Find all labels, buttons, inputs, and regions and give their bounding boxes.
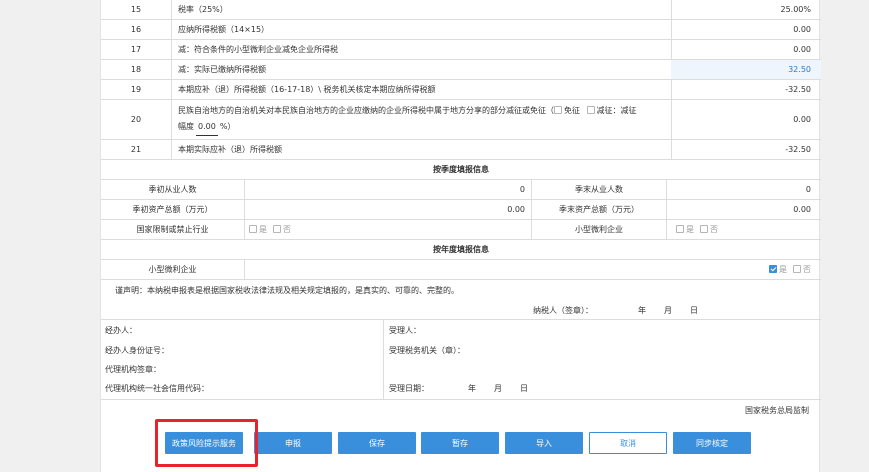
restricted-no-checkbox[interactable] (273, 224, 281, 233)
sync-verify-button[interactable]: 同步核定 (673, 432, 751, 454)
receiver-label: 受理人： (389, 326, 421, 335)
row-number: 18 (130, 65, 142, 74)
row-value[interactable]: -32.50 (671, 140, 821, 159)
reduce-checkbox[interactable] (586, 105, 595, 114)
row-value[interactable]: 0.00 (671, 40, 821, 59)
declaration-text: 谨声明：本纳税申报表是根据国家税收法律法规及相关规定填报的，是真实的、可靠的、完… (115, 286, 459, 295)
row-value-input[interactable]: 32.50 (671, 60, 821, 79)
table-row: 15 税率（25%） 25.00% (101, 0, 821, 20)
section-header-quarter: 按季度填报信息 (101, 160, 821, 180)
footer-note: 国家税务总局监制 (745, 406, 809, 415)
restricted-yes-checkbox[interactable] (249, 224, 257, 233)
taxpayer-signature-label: 纳税人（签章）： (533, 306, 593, 315)
row-number: 20 (130, 115, 142, 124)
cancel-button[interactable]: 取消 (589, 432, 667, 454)
handler-label: 经办人： (105, 326, 137, 335)
year-small-micro-yes-checkbox[interactable] (769, 264, 777, 273)
declaration-block: 谨声明：本纳税申报表是根据国家税收法律法规及相关规定填报的，是真实的、可靠的、完… (101, 280, 821, 320)
handler-id-label: 经办人身份证号： (105, 346, 169, 355)
highlight-box (155, 419, 258, 467)
end-employees-field[interactable]: 0 (667, 180, 821, 199)
row-value[interactable]: -32.50 (671, 80, 821, 99)
table-row: 21 本期实际应补（退）所得税额 -32.50 (101, 140, 821, 160)
row-value[interactable]: 25.00% (671, 0, 821, 19)
signature-block: 经办人： 经办人身份证号： 代理机构签章： 代理机构统一社会信用代码： 受理人：… (101, 320, 821, 400)
table-row: 季初从业人数 0 季末从业人数 0 (101, 180, 821, 200)
agency-code-label: 代理机构统一社会信用代码： (105, 384, 209, 393)
row-value[interactable]: 0.00 (671, 100, 821, 139)
year-small-micro-options: 是 否 (711, 260, 811, 279)
import-button[interactable]: 导入 (505, 432, 583, 454)
exempt-checkbox[interactable] (554, 105, 562, 114)
table-row: 季初资产总额（万元） 0.00 季末资产总额（万元） 0.00 (101, 200, 821, 220)
row-number: 21 (130, 145, 142, 154)
quarter-small-micro-no-checkbox[interactable] (700, 224, 708, 233)
save-button[interactable]: 保存 (338, 432, 416, 454)
year-small-micro-no-checkbox[interactable] (793, 264, 801, 273)
agency-seal-label: 代理机构签章： (105, 365, 161, 374)
table-row: 国家限制或禁止行业 是 否 小型微利企业 是 否 (101, 220, 821, 240)
table-row: 19 本期应补（退）所得税额（16-17-18）\ 税务机关核定本期应纳所得税额… (101, 80, 821, 100)
receive-date-label: 受理日期： (389, 384, 429, 393)
quarter-small-micro-yes-checkbox[interactable] (676, 224, 684, 233)
tax-office-label: 受理税务机关（章）： (389, 346, 465, 355)
row-number: 17 (130, 45, 142, 54)
row-number: 15 (130, 5, 142, 14)
start-employees-field[interactable]: 0 (245, 180, 531, 199)
row-20-line2: 幅度 0.00%） (178, 119, 235, 136)
temp-save-button[interactable]: 暂存 (421, 432, 499, 454)
restricted-industry-options: 是 否 (249, 220, 449, 239)
table-row: 16 应纳所得税额（14×15） 0.00 (101, 20, 821, 40)
section-header-year: 按年度填报信息 (101, 240, 821, 260)
table-row: 17 减：符合条件的小型微利企业减免企业所得税 0.00 (101, 40, 821, 60)
row-number: 16 (130, 25, 142, 34)
tax-form-sheet: 15 税率（25%） 25.00% 16 应纳所得税额（14×15） 0.00 … (100, 0, 821, 472)
row-value[interactable]: 0.00 (671, 20, 821, 39)
table-row: 小型微利企业 是 否 (101, 260, 821, 280)
row-number: 19 (130, 85, 142, 94)
table-row: 18 减：实际已缴纳所得税额 32.50 (101, 60, 821, 80)
table-row: 20 民族自治地方的自治机关对本民族自治地方的企业应缴纳的企业所得税中属于地方分… (101, 100, 821, 140)
row-20-line1: 民族自治地方的自治机关对本民族自治地方的企业应缴纳的企业所得税中属于地方分享的部… (178, 105, 637, 115)
reduction-rate-input[interactable]: 0.00 (196, 119, 218, 136)
declare-button[interactable]: 申报 (254, 432, 332, 454)
quarter-small-micro-options: 是 否 (676, 220, 816, 239)
start-assets-field[interactable]: 0.00 (245, 200, 531, 219)
end-assets-field[interactable]: 0.00 (667, 200, 821, 219)
